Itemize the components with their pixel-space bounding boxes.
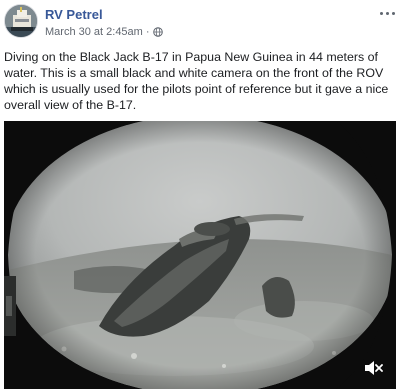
more-options-icon[interactable]: [375, 6, 399, 20]
post-message: Diving on the Black Jack B-17 in Papua N…: [4, 50, 389, 112]
sound-muted-icon[interactable]: [362, 358, 384, 378]
video-frame: [4, 121, 396, 389]
page-avatar[interactable]: [4, 4, 38, 38]
video-player[interactable]: [4, 121, 396, 389]
post-meta: March 30 at 2:45am ·: [45, 25, 163, 39]
page-name-link[interactable]: RV Petrel: [45, 7, 103, 23]
globe-icon: [152, 27, 163, 37]
post-header: RV Petrel March 30 at 2:45am ·: [0, 0, 400, 44]
ship-avatar-image: [5, 5, 37, 37]
post-timestamp[interactable]: March 30 at 2:45am: [45, 25, 143, 39]
meta-separator: ·: [145, 26, 150, 38]
